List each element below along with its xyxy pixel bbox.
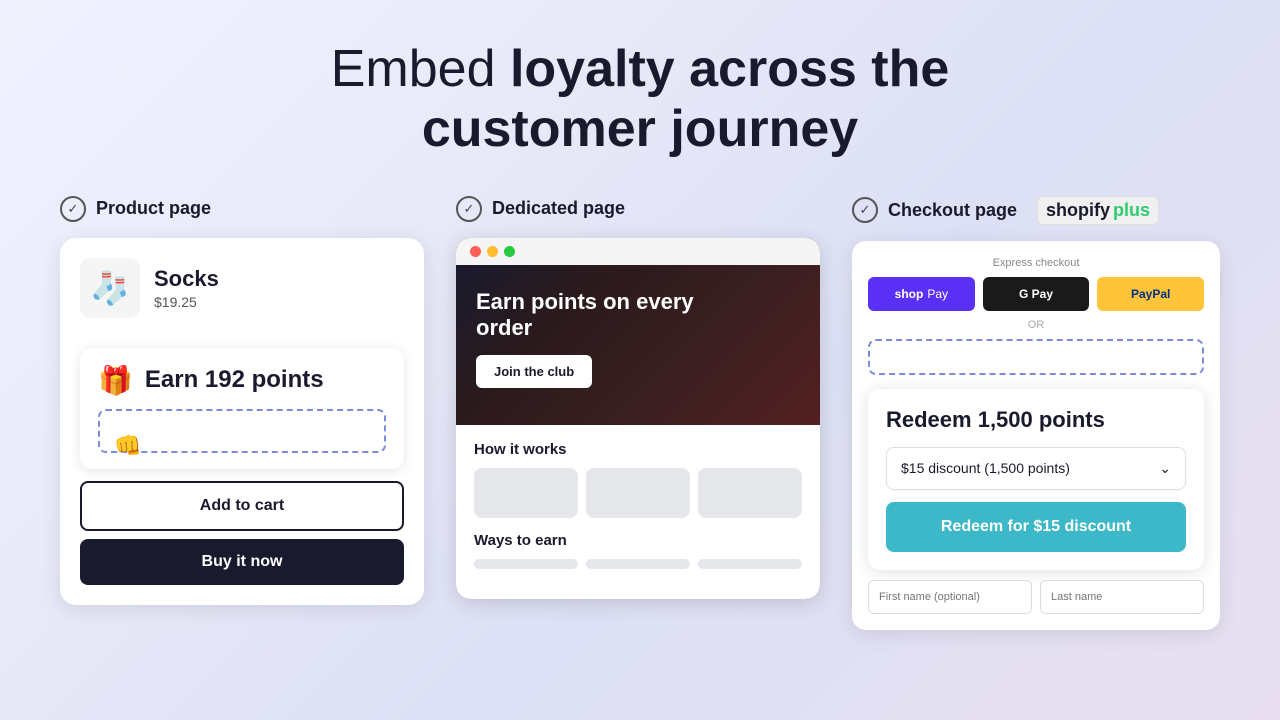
dedicated-page-check-icon: ✓: [456, 196, 482, 222]
gpay-button[interactable]: G Pay: [983, 277, 1090, 311]
plus-text: plus: [1113, 200, 1150, 221]
hero-text: Earn points on every order Join the club: [476, 289, 800, 389]
checkout-page-label-row: ✓ Checkout page shopifyplus: [852, 196, 1159, 225]
checkout-page-column: ✓ Checkout page shopifyplus Express chec…: [852, 196, 1220, 630]
discount-select[interactable]: $15 discount (1,500 points) ⌄: [886, 447, 1186, 490]
drag-cursor-icon: 👊: [114, 433, 141, 459]
redeem-title: Redeem 1,500 points: [886, 407, 1186, 433]
product-page-column: ✓ Product page 🧦 Socks $19.25 🎁 Earn 192…: [60, 196, 424, 605]
first-name-field[interactable]: [868, 580, 1032, 614]
product-header: 🧦 Socks $19.25: [80, 258, 404, 332]
product-info: Socks $19.25: [154, 266, 219, 310]
product-page-label-row: ✓ Product page: [60, 196, 211, 222]
ways-to-earn-section: Ways to earn: [474, 532, 802, 569]
feature-columns: ✓ Product page 🧦 Socks $19.25 🎁 Earn 192…: [60, 196, 1220, 630]
buy-now-button[interactable]: Buy it now: [80, 539, 404, 585]
chevron-down-icon: ⌄: [1159, 460, 1171, 477]
earn-points-text: Earn 192 points: [145, 366, 324, 394]
product-price: $19.25: [154, 294, 219, 310]
dedicated-hero: Earn points on every order Join the club: [456, 265, 820, 425]
payment-buttons: shop Pay G Pay PayPal: [868, 277, 1204, 311]
drag-area: 👊: [98, 409, 386, 453]
browser-dot-red: [470, 246, 481, 257]
last-name-field[interactable]: [1040, 580, 1204, 614]
shopify-text: shopify: [1046, 200, 1110, 221]
or-divider: OR: [868, 319, 1204, 331]
shop-pay-suffix: Pay: [927, 287, 948, 301]
redeem-widget: Redeem 1,500 points $15 discount (1,500 …: [868, 389, 1204, 570]
ways-skel-3: [698, 559, 802, 569]
checkout-page-check-icon: ✓: [852, 197, 878, 223]
hero-title: Earn points on every order: [476, 289, 696, 342]
ways-skeleton-lines: [474, 559, 802, 569]
skeleton-col-1: [474, 468, 578, 518]
sock-icon: 🧦: [80, 258, 140, 318]
headline-prefix: Embed: [331, 40, 510, 98]
earn-points-widget: 🎁 Earn 192 points 👊: [80, 348, 404, 469]
dedicated-content: How it works Ways to earn: [456, 425, 820, 599]
dedicated-page-label-row: ✓ Dedicated page: [456, 196, 625, 222]
shopify-plus-badge: shopifyplus: [1037, 196, 1159, 225]
shop-pay-label: shop: [895, 287, 924, 301]
product-card: 🧦 Socks $19.25 🎁 Earn 192 points 👊 Add t…: [60, 238, 424, 605]
dedicated-page-column: ✓ Dedicated page Earn points on every or…: [456, 196, 820, 599]
join-club-button[interactable]: Join the club: [476, 355, 592, 388]
gpay-label: G Pay: [1019, 287, 1053, 301]
paypal-label: PayPal: [1131, 287, 1170, 301]
skeleton-col-2: [586, 468, 690, 518]
browser-dot-green: [504, 246, 515, 257]
product-page-check-icon: ✓: [60, 196, 86, 222]
paypal-button[interactable]: PayPal: [1097, 277, 1204, 311]
redeem-button[interactable]: Redeem for $15 discount: [886, 502, 1186, 552]
checkout-top: Express checkout shop Pay G Pay PayPal O…: [868, 257, 1204, 375]
discount-label: $15 discount (1,500 points): [901, 460, 1070, 476]
ways-skel-2: [586, 559, 690, 569]
how-it-works-title: How it works: [474, 441, 802, 458]
headline-section: Embed loyalty across the customer journe…: [331, 40, 950, 160]
add-to-cart-button[interactable]: Add to cart: [80, 481, 404, 531]
product-name: Socks: [154, 266, 219, 292]
express-label: Express checkout: [868, 257, 1204, 269]
headline-bold: loyalty across the: [510, 40, 949, 98]
skeleton-columns: [474, 468, 802, 518]
browser-dot-yellow: [487, 246, 498, 257]
earn-row: 🎁 Earn 192 points: [98, 364, 386, 397]
form-fields: [868, 580, 1204, 614]
ways-to-earn-title: Ways to earn: [474, 532, 802, 549]
dedicated-page-label: Dedicated page: [492, 198, 625, 219]
ways-skel-1: [474, 559, 578, 569]
headline-line2: customer journey: [422, 100, 858, 158]
gift-icon: 🎁: [98, 364, 133, 397]
product-page-label: Product page: [96, 198, 211, 219]
checkout-card: Express checkout shop Pay G Pay PayPal O…: [852, 241, 1220, 630]
skeleton-col-3: [698, 468, 802, 518]
address-dashed-area: [868, 339, 1204, 375]
dedicated-card: Earn points on every order Join the club…: [456, 238, 820, 599]
shop-pay-button[interactable]: shop Pay: [868, 277, 975, 311]
browser-bar: [456, 238, 820, 265]
checkout-page-label: Checkout page: [888, 200, 1017, 221]
